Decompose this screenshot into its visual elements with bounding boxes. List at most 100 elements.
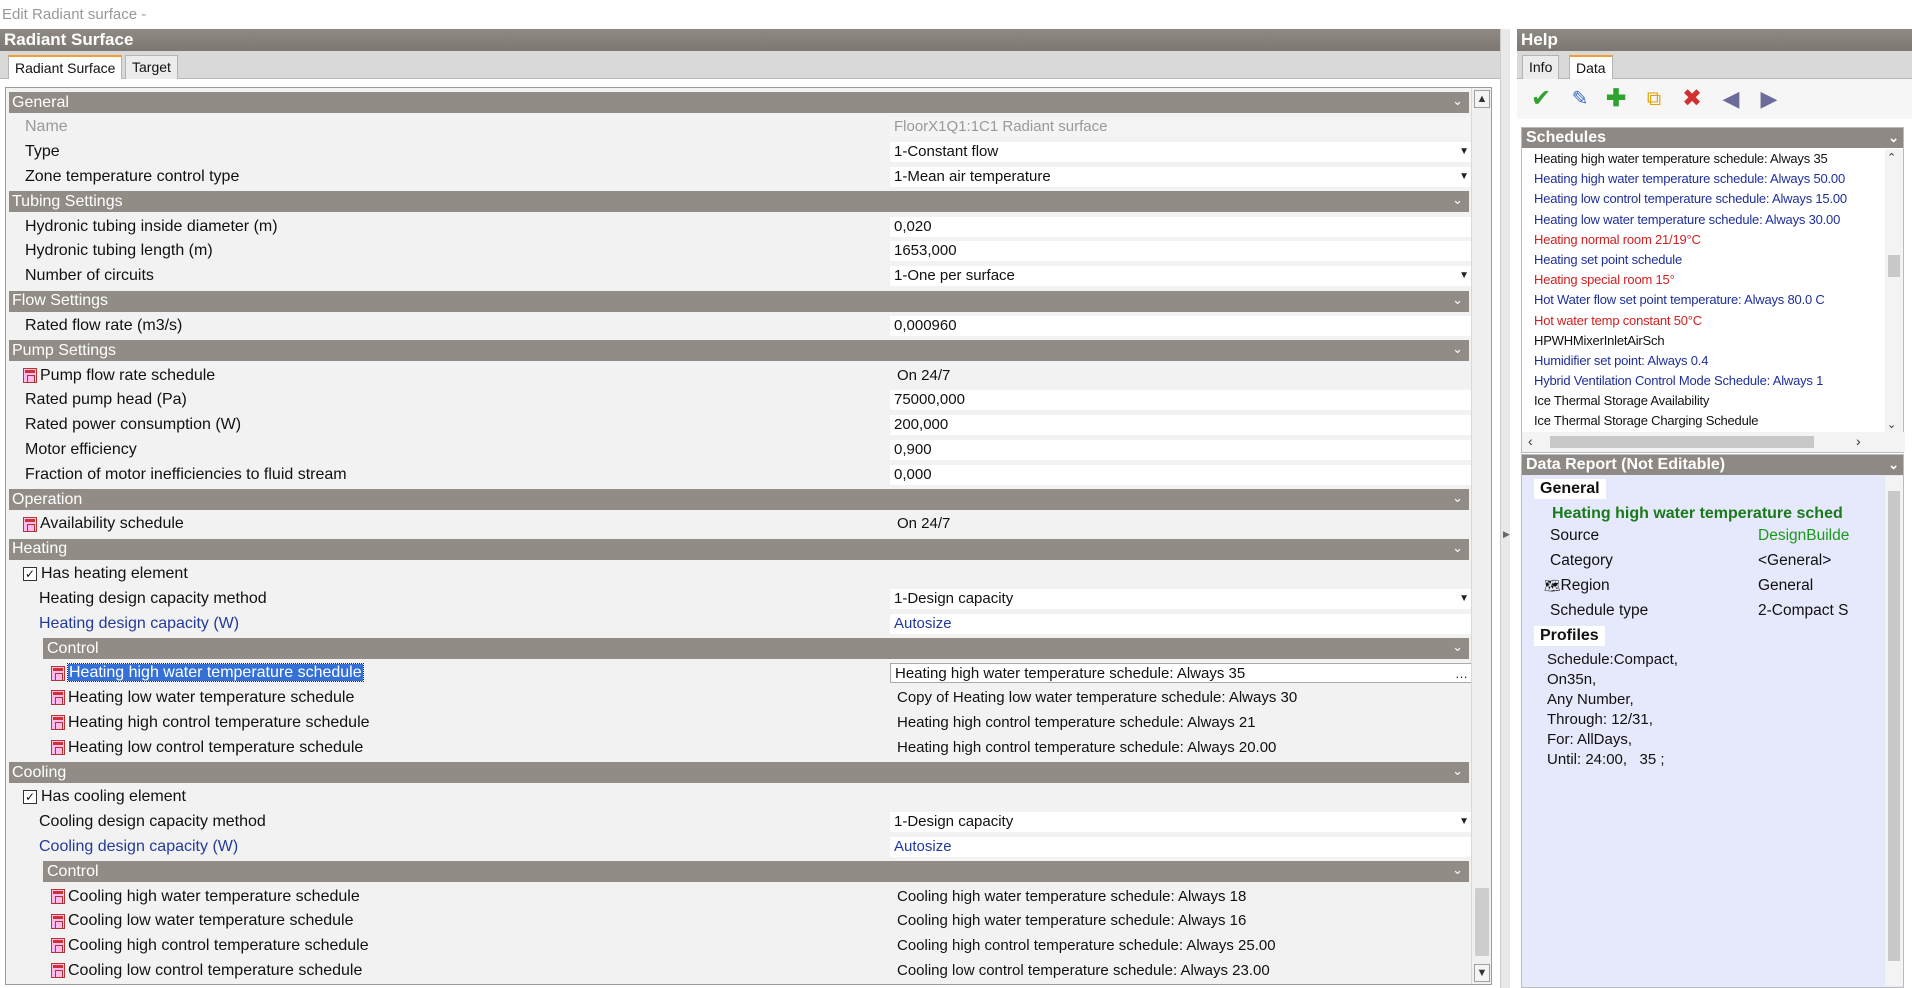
collapse-icon[interactable]: ⌄ (1452, 763, 1463, 779)
has-cooling-checkbox[interactable]: ✓ Has cooling element (23, 788, 186, 806)
pump-head-input[interactable]: 75000,000 (890, 390, 1475, 411)
scroll-right-icon[interactable]: › (1856, 433, 1861, 449)
tab-radiant-surface[interactable]: Radiant Surface (8, 55, 123, 79)
schedule-list-item[interactable]: Heating normal room 21/19°C (1522, 230, 1885, 250)
schedule-list-item[interactable]: Humidifier set point: Always 0.4 (1522, 351, 1885, 371)
collapse-icon[interactable]: ⌄ (1452, 540, 1463, 556)
add-icon[interactable]: ✚ (1602, 86, 1630, 114)
schedule-list-item[interactable]: Heating low control temperature schedule… (1522, 189, 1885, 209)
tab-target[interactable]: Target (125, 55, 178, 79)
tab-info[interactable]: Info (1522, 55, 1560, 79)
collapse-icon[interactable]: ⌄ (1452, 192, 1463, 208)
checkbox-icon[interactable]: ✓ (23, 790, 37, 805)
schedule-list-item[interactable]: Heating low water temperature schedule: … (1522, 210, 1885, 230)
section-flow-settings[interactable]: Flow Settings ⌄ (9, 290, 1469, 312)
schedule-list-item[interactable]: Heating set point schedule (1522, 250, 1885, 270)
collapse-icon[interactable]: ⌄ (1888, 455, 1899, 475)
delete-icon[interactable]: ✖ (1678, 86, 1706, 114)
cool-capacity-label: Cooling design capacity (W) (39, 837, 239, 855)
scroll-up-icon[interactable]: ▲ (1474, 90, 1490, 108)
heat-hw-value[interactable]: Heating high water temperature schedule:… (890, 663, 1475, 684)
scroll-left-icon[interactable]: ‹ (1528, 433, 1533, 449)
frac-motor-input[interactable]: 0,000 (890, 464, 1475, 485)
scrollbar-thumb[interactable] (1475, 888, 1489, 956)
heat-lw-value[interactable]: Copy of Heating low water temperature sc… (890, 688, 1475, 708)
heat-method-select[interactable]: 1-Design capacity ▼ (890, 588, 1475, 609)
dropdown-arrow-icon[interactable]: ▼ (1459, 589, 1469, 609)
tab-data[interactable]: Data (1569, 55, 1613, 79)
cool-hc-value[interactable]: Cooling high control temperature schedul… (890, 936, 1475, 956)
cool-lw-value[interactable]: Cooling high water temperature schedule:… (890, 911, 1475, 931)
section-cooling-control[interactable]: Control ⌄ (43, 861, 1469, 883)
schedule-list-item[interactable]: Hot water temp constant 50°C (1522, 311, 1885, 331)
cool-method-select[interactable]: 1-Design capacity ▼ (890, 812, 1475, 833)
forward-arrow-icon[interactable]: ▶ (1755, 86, 1783, 114)
checkbox-icon[interactable]: ✓ (23, 566, 37, 581)
zone-temp-select[interactable]: 1-Mean air temperature ▼ (890, 166, 1475, 187)
checkmark-icon[interactable]: ✔ (1527, 86, 1555, 114)
schedule-list-item[interactable]: Heating special room 15° (1522, 270, 1885, 290)
scroll-up-icon[interactable]: ⌃ (1887, 151, 1896, 164)
report-row: Schedule type 2-Compact S (1522, 598, 1887, 623)
schedule-list-item[interactable]: Heating high water temperature schedule:… (1522, 169, 1885, 189)
copy-icon[interactable]: ⧉ (1640, 86, 1668, 114)
collapse-icon[interactable]: ⌄ (1452, 93, 1463, 109)
schedule-list-item[interactable]: Hybrid Ventilation Control Mode Schedule… (1522, 371, 1885, 391)
cool-lc-value[interactable]: Cooling low control temperature schedule… (890, 961, 1475, 981)
section-cooling[interactable]: Cooling ⌄ (9, 762, 1469, 783)
tube-length-input[interactable]: 1653,000 (890, 241, 1475, 262)
scrollbar-thumb[interactable] (1550, 436, 1814, 448)
availability-value[interactable]: On 24/7 (890, 514, 1475, 534)
heat-capacity-input[interactable]: Autosize (890, 613, 1475, 634)
collapse-icon[interactable]: ⌄ (1452, 292, 1463, 308)
profile-line: Schedule:Compact, (1547, 651, 1678, 668)
heat-hc-value[interactable]: Heating high control temperature schedul… (890, 713, 1475, 733)
schedules-list[interactable]: Heating high water temperature schedule:… (1522, 149, 1885, 433)
power-input[interactable]: 200,000 (890, 415, 1475, 436)
scrollbar-thumb[interactable] (1888, 491, 1900, 961)
schedule-list-item[interactable]: Ice Thermal Storage Availability (1522, 391, 1885, 411)
ellipsis-button[interactable]: … (1455, 664, 1468, 682)
edit-icon[interactable]: ✎ (1566, 86, 1594, 114)
flow-rate-input[interactable]: 0,000960 (890, 315, 1475, 336)
scrollbar-thumb[interactable] (1888, 255, 1900, 277)
collapse-icon[interactable]: ⌄ (1452, 490, 1463, 506)
report-row: Source DesignBuilde (1522, 523, 1887, 548)
splitter-arrow-icon[interactable]: ▶ (1503, 529, 1510, 540)
collapse-icon[interactable]: ⌄ (1888, 128, 1899, 148)
back-arrow-icon[interactable]: ◀ (1717, 86, 1745, 114)
schedules-scrollbar[interactable]: ⌃ ⌄ (1885, 149, 1903, 433)
tube-diameter-input[interactable]: 0,020 (890, 216, 1475, 237)
circuits-select[interactable]: 1-One per surface ▼ (890, 266, 1475, 287)
section-heating[interactable]: Heating ⌄ (9, 538, 1469, 560)
collapse-icon[interactable]: ⌄ (1452, 341, 1463, 357)
section-pump-settings[interactable]: Pump Settings ⌄ (9, 340, 1469, 362)
report-scrollbar[interactable] (1885, 476, 1903, 986)
section-operation[interactable]: Operation ⌄ (9, 489, 1469, 510)
collapse-icon[interactable]: ⌄ (1452, 862, 1463, 878)
pump-schedule-value[interactable]: On 24/7 (890, 366, 1475, 386)
collapse-icon[interactable]: ⌄ (1452, 639, 1463, 655)
schedule-list-item[interactable]: Hot Water flow set point temperature: Al… (1522, 290, 1885, 310)
form-scrollbar[interactable]: ▲ ▼ (1471, 88, 1491, 984)
schedule-list-item[interactable]: Ice Thermal Storage Charging Schedule (1522, 411, 1885, 431)
cool-capacity-input[interactable]: Autosize (890, 836, 1475, 857)
dropdown-arrow-icon[interactable]: ▼ (1459, 167, 1469, 187)
section-general[interactable]: General ⌄ (9, 92, 1469, 113)
cool-hw-value[interactable]: Cooling high water temperature schedule:… (890, 887, 1475, 907)
type-select[interactable]: 1-Constant flow ▼ (890, 142, 1475, 163)
scroll-down-icon[interactable]: ⌄ (1887, 418, 1896, 431)
schedule-list-item[interactable]: Heating high water temperature schedule:… (1522, 149, 1885, 169)
has-heating-checkbox[interactable]: ✓ Has heating element (23, 565, 188, 583)
dropdown-arrow-icon[interactable]: ▼ (1459, 266, 1469, 286)
section-tubing-settings[interactable]: Tubing Settings ⌄ (9, 191, 1469, 213)
schedule-list-item[interactable]: HPWHMixerInletAirSch (1522, 331, 1885, 351)
scroll-down-icon[interactable]: ▼ (1474, 964, 1490, 982)
dropdown-arrow-icon[interactable]: ▼ (1459, 812, 1469, 832)
panel-splitter[interactable]: ▶ (1500, 29, 1510, 988)
heat-lc-value[interactable]: Heating high control temperature schedul… (890, 738, 1475, 758)
section-heating-control[interactable]: Control ⌄ (43, 638, 1469, 659)
schedules-hscrollbar[interactable]: ‹ › (1522, 432, 1905, 452)
motor-eff-input[interactable]: 0,900 (890, 439, 1475, 460)
dropdown-arrow-icon[interactable]: ▼ (1459, 142, 1469, 162)
